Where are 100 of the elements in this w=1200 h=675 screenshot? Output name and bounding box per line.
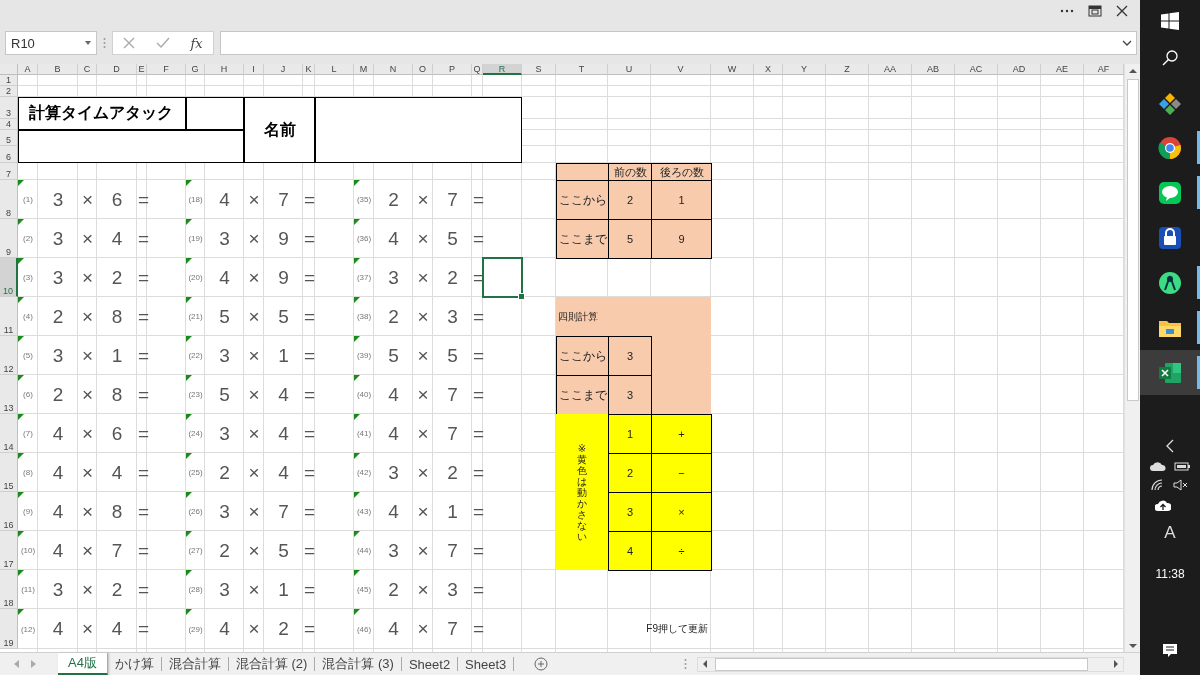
scrollbar-thumb[interactable] [1126, 79, 1139, 401]
operand: 7 [110, 538, 124, 563]
notification-icon[interactable] [1162, 643, 1178, 659]
formula-input[interactable] [220, 31, 1137, 55]
search-icon[interactable] [1162, 50, 1178, 66]
column-header[interactable]: AF [1084, 64, 1124, 75]
row-header[interactable]: 9 [0, 219, 18, 258]
equals-sign: = [304, 539, 316, 562]
column-header[interactable]: L [315, 64, 354, 75]
operand: 5 [387, 343, 400, 368]
wifi-icon[interactable] [1151, 479, 1165, 491]
column-header[interactable]: O [413, 64, 433, 75]
active-cell[interactable] [482, 257, 523, 298]
name-box[interactable]: R10 [5, 31, 97, 55]
cloud-icon[interactable] [1150, 461, 1166, 471]
equals-sign: = [138, 227, 150, 250]
column-header[interactable]: V [651, 64, 711, 75]
row-header[interactable]: 8 [0, 180, 18, 219]
column-header[interactable]: H [205, 64, 244, 75]
column-header[interactable]: Y [783, 64, 826, 75]
scroll-right-icon[interactable] [1112, 659, 1120, 669]
dropdown-icon[interactable] [85, 41, 91, 45]
row-header[interactable]: 12 [0, 336, 18, 375]
problem-number: (22) [188, 351, 203, 360]
row-header[interactable]: 17 [0, 531, 18, 570]
operand: 4 [51, 421, 65, 446]
row-header[interactable]: 15 [0, 453, 18, 492]
row-header[interactable]: 1 [0, 75, 18, 86]
operator: × [80, 617, 95, 641]
sheet-tab[interactable]: 混合計算 (2) [228, 657, 316, 671]
close-icon[interactable] [1116, 5, 1128, 17]
column-header[interactable]: G [186, 64, 205, 75]
chevron-left-icon[interactable] [1166, 439, 1174, 453]
sheet-tab[interactable]: かけ算 [107, 657, 162, 671]
start-icon[interactable] [1161, 12, 1179, 30]
row-header[interactable]: 10 [0, 258, 18, 297]
column-header[interactable]: U [608, 64, 651, 75]
row-header[interactable]: 4 [0, 119, 18, 130]
column-header[interactable]: X [754, 64, 783, 75]
row-header[interactable]: 7 [0, 163, 18, 180]
column-header[interactable]: K [303, 64, 315, 75]
column-header[interactable]: B [38, 64, 78, 75]
sheet-tab[interactable]: 混合計算 [161, 657, 229, 671]
row-header[interactable]: 2 [0, 86, 18, 97]
insert-function-button[interactable]: fx [190, 35, 203, 51]
drag-handle-icon[interactable] [103, 37, 106, 49]
more-icon[interactable] [1060, 9, 1074, 13]
row-header[interactable]: 14 [0, 414, 18, 453]
column-header[interactable]: D [97, 64, 137, 75]
operator: × [416, 577, 430, 602]
upload-cloud-icon[interactable] [1155, 499, 1171, 511]
clock[interactable]: 11:38 [1155, 567, 1185, 581]
input-mode-indicator[interactable]: A [1164, 523, 1176, 543]
sheet-tab[interactable]: Sheet2 [401, 657, 459, 671]
row-header[interactable]: 11 [0, 297, 18, 336]
row-header[interactable]: 18 [0, 570, 18, 609]
restore-icon[interactable] [1088, 5, 1102, 17]
column-header[interactable]: S [522, 64, 556, 75]
column-header[interactable]: AC [955, 64, 998, 75]
operand: 2 [110, 577, 124, 602]
scroll-up-icon[interactable] [1127, 66, 1138, 76]
equals-sign: = [138, 344, 150, 367]
column-header[interactable]: AB [912, 64, 955, 75]
row-header[interactable]: 13 [0, 375, 18, 414]
column-header[interactable]: R [483, 64, 522, 75]
column-header[interactable]: T [556, 64, 608, 75]
muted-speaker-icon[interactable] [1173, 479, 1189, 491]
check-icon[interactable] [155, 37, 170, 49]
problem-number: (19) [188, 234, 203, 243]
column-header[interactable]: W [711, 64, 754, 75]
sheet-tab[interactable]: 混合計算 (3) [315, 657, 402, 671]
column-header[interactable]: Z [826, 64, 869, 75]
column-header[interactable]: M [354, 64, 374, 75]
column-header[interactable]: AE [1041, 64, 1084, 75]
operand: 2 [218, 460, 231, 485]
battery-icon[interactable] [1174, 461, 1190, 471]
sheet-tab[interactable]: Sheet3 [458, 657, 515, 671]
operator: × [416, 187, 430, 212]
drag-handle-icon[interactable] [684, 658, 687, 670]
column-header[interactable]: C [78, 64, 97, 75]
browser-icon [1158, 135, 1182, 160]
column-header[interactable]: J [264, 64, 303, 75]
row-header[interactable]: 3 [0, 97, 18, 119]
row-header[interactable]: 16 [0, 492, 18, 531]
row-header[interactable]: 5 [0, 130, 18, 146]
add-sheet-icon[interactable] [534, 657, 549, 671]
expand-icon[interactable] [1122, 40, 1132, 46]
column-header[interactable]: I [244, 64, 264, 75]
column-header[interactable]: A [18, 64, 38, 75]
column-header[interactable]: N [374, 64, 413, 75]
column-header[interactable]: P [433, 64, 472, 75]
column-header[interactable]: AA [869, 64, 912, 75]
row-header[interactable]: 6 [0, 146, 18, 163]
column-header[interactable]: AD [998, 64, 1041, 75]
scroll-left-icon[interactable] [701, 659, 709, 669]
sheet-tab[interactable]: A4版 [58, 653, 108, 675]
column-header[interactable]: F [147, 64, 186, 75]
scrollbar-thumb[interactable] [715, 657, 1088, 671]
row-header[interactable]: 19 [0, 609, 18, 649]
operand: 4 [51, 460, 65, 485]
